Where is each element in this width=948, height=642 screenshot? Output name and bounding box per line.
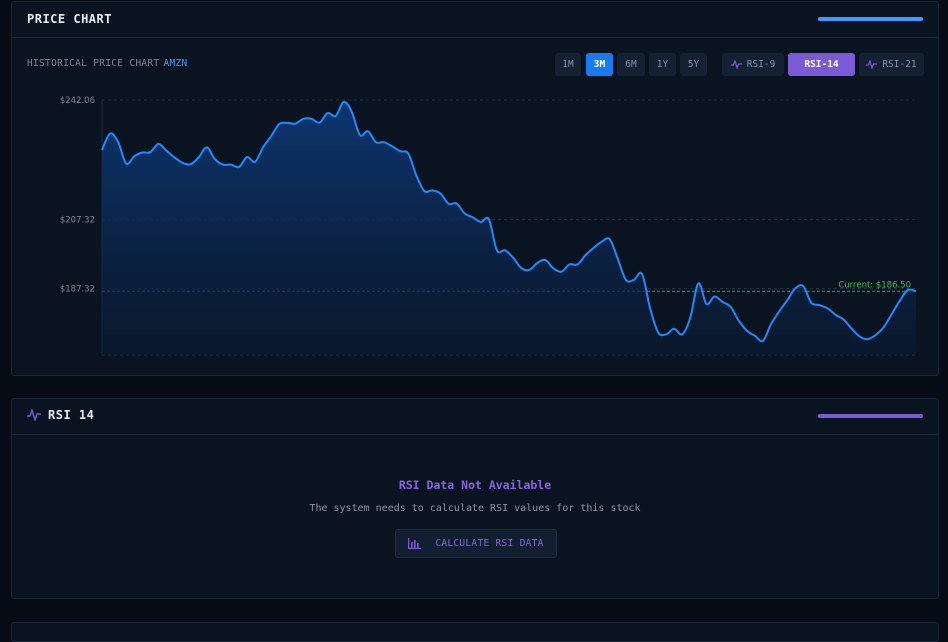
rsi-panel-header: RSI 14	[12, 399, 938, 435]
price-chart-plot: $242.06 $207.32 $187.32 Current: $186.50	[60, 96, 917, 356]
price-area-fill	[102, 101, 916, 356]
price-chart-panel: PRICE CHART HISTORICAL PRICE CHART AMZN 1…	[11, 1, 939, 376]
calculate-rsi-button-label: CALCULATE RSI DATA	[435, 538, 544, 549]
y-tick-label: $187.32	[60, 284, 95, 294]
rsi-panel-title: RSI 14	[48, 408, 95, 422]
rsi-empty-title: RSI Data Not Available	[398, 478, 552, 492]
next-panel	[11, 622, 939, 642]
rsi-header-accent-bar	[818, 414, 923, 418]
calculate-rsi-button[interactable]: CALCULATE RSI DATA	[395, 529, 557, 558]
bar-chart-icon	[408, 538, 422, 549]
y-tick-label: $242.06	[60, 96, 95, 106]
rsi-title-wrap: RSI 14	[27, 408, 94, 422]
rsi-empty-description: The system needs to calculate RSI values…	[309, 503, 641, 514]
current-price-label: Current: $186.50	[838, 280, 911, 290]
rsi-panel: RSI 14 RSI Data Not Available The system…	[11, 398, 939, 599]
pulse-icon	[27, 409, 41, 421]
y-tick-label: $207.32	[60, 216, 95, 226]
